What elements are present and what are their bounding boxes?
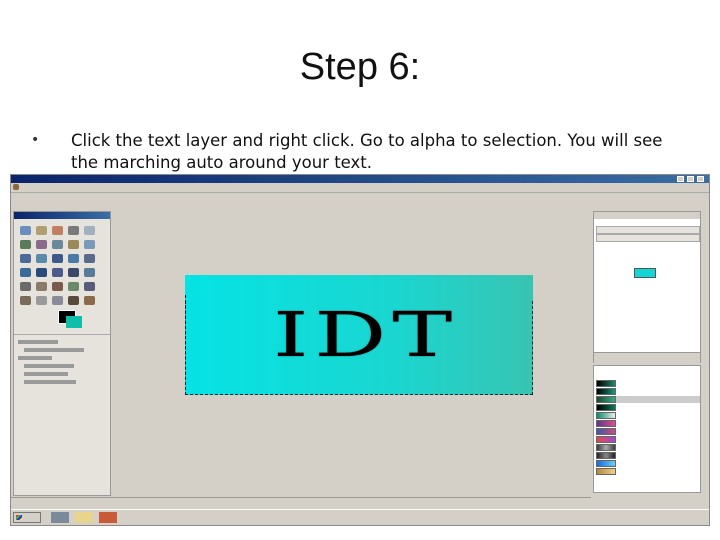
tool-icon[interactable]	[20, 240, 31, 249]
gimp-screenshot: IDT	[10, 174, 710, 526]
close-icon[interactable]	[697, 176, 704, 182]
image-canvas-area[interactable]: IDT	[113, 195, 591, 507]
layers-panel-footer	[594, 352, 700, 363]
tool-icon[interactable]	[84, 296, 95, 305]
gradient-item[interactable]	[596, 380, 700, 387]
start-button[interactable]	[13, 512, 41, 523]
tool-icon[interactable]	[84, 268, 95, 277]
layer-thumbnail	[634, 268, 656, 278]
tool-icon[interactable]	[84, 240, 95, 249]
tool-icon[interactable]	[68, 282, 79, 291]
tool-icon[interactable]	[36, 268, 47, 277]
windows-flag-icon	[16, 515, 22, 520]
tool-icon[interactable]	[68, 226, 79, 235]
toolbox-divider	[14, 334, 110, 335]
windows-taskbar	[11, 509, 709, 525]
tool-icon[interactable]	[20, 296, 31, 305]
tool-icon[interactable]	[52, 268, 63, 277]
bullet-dot: •	[31, 132, 40, 148]
toolbox-header	[14, 212, 110, 219]
status-bar	[11, 497, 591, 506]
tool-options-line	[18, 340, 58, 344]
layers-panel-header	[594, 212, 700, 219]
layer-opacity-slider[interactable]	[596, 234, 700, 242]
gradient-item[interactable]	[596, 444, 700, 451]
tool-options-line	[18, 356, 52, 360]
menu-bar	[11, 183, 709, 193]
tool-options-line	[24, 372, 68, 376]
tool-icon[interactable]	[20, 254, 31, 263]
gradient-item[interactable]	[596, 404, 700, 411]
tool-options-line	[24, 380, 76, 384]
tool-icon[interactable]	[52, 296, 63, 305]
image-text: IDT	[273, 298, 458, 371]
tool-icon[interactable]	[36, 240, 47, 249]
gradient-item[interactable]	[596, 396, 700, 403]
tool-icon[interactable]	[84, 226, 95, 235]
tool-icon[interactable]	[20, 268, 31, 277]
background-color-swatch[interactable]	[66, 316, 82, 328]
tool-icon[interactable]	[52, 240, 63, 249]
slide-title: Step 6:	[299, 46, 421, 88]
layers-panel	[593, 211, 701, 363]
tool-icon[interactable]	[68, 254, 79, 263]
taskbar-app-icon[interactable]	[51, 512, 69, 523]
tool-icon[interactable]	[52, 254, 63, 263]
gradient-item[interactable]	[596, 388, 700, 395]
gradient-item[interactable]	[596, 428, 700, 435]
layer-mode-select[interactable]	[596, 226, 700, 234]
tool-icon[interactable]	[52, 226, 63, 235]
tool-icon[interactable]	[68, 296, 79, 305]
maximize-icon[interactable]	[687, 176, 694, 182]
tool-icon[interactable]	[52, 282, 63, 291]
tool-icon[interactable]	[20, 226, 31, 235]
gradient-item[interactable]	[596, 412, 700, 419]
gradient-item[interactable]	[596, 468, 700, 475]
minimize-icon[interactable]	[677, 176, 684, 182]
gradients-panel	[593, 365, 701, 493]
tool-icon[interactable]	[84, 254, 95, 263]
gimp-logo-icon	[13, 184, 19, 190]
tool-icon[interactable]	[36, 296, 47, 305]
toolbox-panel	[13, 211, 111, 496]
bullet-text: Click the text layer and right click. Go…	[71, 131, 663, 172]
gradient-item[interactable]	[596, 452, 700, 459]
tool-options-line	[24, 364, 74, 368]
tool-icon[interactable]	[84, 282, 95, 291]
gradient-item[interactable]	[596, 420, 700, 427]
tool-icon[interactable]	[36, 282, 47, 291]
tool-icon[interactable]	[68, 268, 79, 277]
tool-options-line	[24, 348, 84, 352]
tool-icon[interactable]	[36, 226, 47, 235]
tool-icon[interactable]	[36, 254, 47, 263]
tool-icon[interactable]	[20, 282, 31, 291]
gradient-item[interactable]	[596, 436, 700, 443]
taskbar-app-icon[interactable]	[75, 512, 93, 523]
taskbar-app-icon[interactable]	[99, 512, 117, 523]
gradient-item[interactable]	[596, 460, 700, 467]
window-titlebar	[11, 175, 709, 183]
tool-icon[interactable]	[68, 240, 79, 249]
